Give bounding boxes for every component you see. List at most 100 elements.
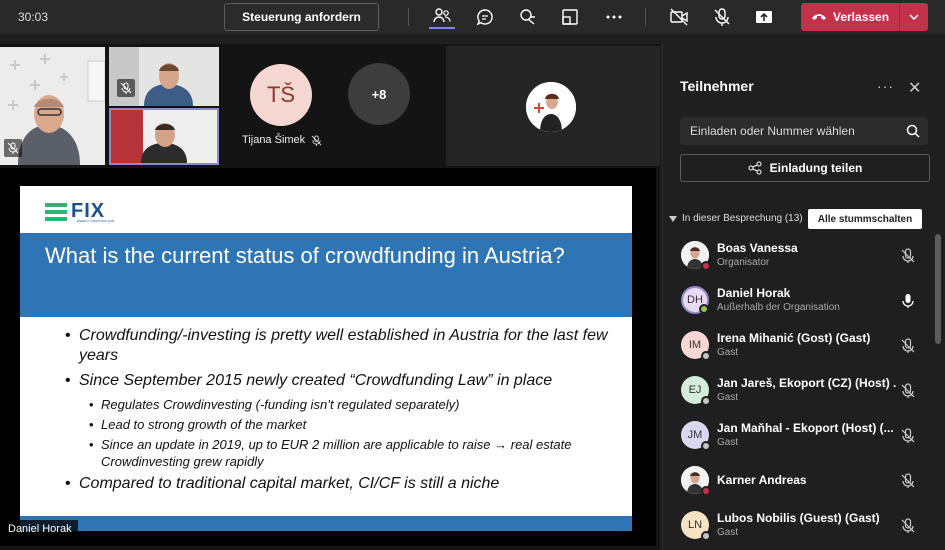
bullet-item: Since September 2015 newly created “Crow…: [65, 371, 625, 391]
participant-row[interactable]: Karner Andreas: [663, 459, 933, 504]
video-tile-active-speaker[interactable]: [109, 108, 219, 165]
search-icon: [906, 124, 920, 138]
request-control-button[interactable]: Steuerung anfordern: [224, 3, 379, 31]
toolbar-divider: [408, 8, 409, 26]
avatar-initials: JM: [687, 429, 703, 441]
close-icon[interactable]: ✕: [908, 78, 921, 98]
mic-off-icon[interactable]: [900, 518, 916, 534]
panel-more-icon[interactable]: ···: [877, 78, 894, 94]
mic-off-icon[interactable]: [709, 5, 735, 29]
participant-name: Jan Maňhal - Ekoport (Host) (...: [717, 421, 894, 435]
participant-name: Daniel Horak: [717, 286, 791, 300]
leave-options-chevron-icon[interactable]: [900, 14, 928, 20]
presence-status-icon: [701, 351, 711, 361]
presenter-name-label: Daniel Horak: [2, 520, 78, 538]
mic-off-icon[interactable]: [900, 338, 916, 354]
mic-off-icon[interactable]: [900, 383, 916, 399]
more-participants-button[interactable]: +8: [348, 63, 410, 125]
mute-all-button[interactable]: Alle stummschalten: [808, 209, 922, 229]
slide-title: What is the current status of crowdfundi…: [45, 243, 565, 268]
participant-role: Gast: [717, 347, 739, 358]
participant-name: Jan Jareš, Ekoport (CZ) (Host) ...: [717, 376, 897, 390]
mic-off-icon[interactable]: [900, 473, 916, 489]
bullet-item: Compared to traditional capital market, …: [65, 474, 625, 494]
slide-footer-band: [20, 516, 632, 531]
bullet-item: Crowdfunding/-investing is pretty well e…: [65, 326, 625, 366]
presentation-slide: FIX ENERGY FINANCING HUB What is the cur…: [20, 186, 632, 531]
slide-bullets: Crowdfunding/-investing is pretty well e…: [65, 326, 625, 499]
mic-on-icon[interactable]: [900, 293, 916, 309]
share-invite-label: Einladung teilen: [769, 161, 863, 175]
meeting-timer: 30:03: [18, 10, 49, 24]
avatar: JM: [681, 421, 711, 451]
participant-row[interactable]: LN Lubos Nobilis (Guest) (Gast) Gast: [663, 504, 933, 549]
mic-off-icon[interactable]: [900, 428, 916, 444]
avatar: [681, 466, 711, 496]
video-tile-participant[interactable]: [0, 47, 105, 165]
chevron-down-icon: [669, 215, 677, 222]
participant-row[interactable]: EJ Jan Jareš, Ekoport (CZ) (Host) ... Gast: [663, 369, 933, 414]
avatar-initials: IM: [688, 339, 702, 351]
participant-role: Gast: [717, 392, 739, 403]
meeting-toolbar: 30:03 Steuerung anfordern Verlassen: [0, 0, 945, 34]
participant-name: Boas Vanessa: [717, 241, 798, 255]
sub-bullet-item: Regulates Crowdinvesting (-funding isn’t…: [65, 396, 625, 413]
presence-status-icon: [701, 261, 711, 271]
participant-name: Lubos Nobilis (Guest) (Gast): [717, 511, 880, 525]
participant-name: Tijana Šimek: [242, 134, 306, 146]
participant-row[interactable]: DH Daniel Horak Außerhalb der Organisation: [663, 279, 933, 324]
participant-list: Boas Vanessa Organisator DH Daniel Horak Auß…: [663, 234, 933, 549]
sub-bullet-item: Since an update in 2019, up to EUR 2 mil…: [65, 436, 625, 470]
mic-off-icon[interactable]: [900, 248, 916, 264]
participant-row[interactable]: JM Jan Maňhal - Ekoport (Host) (... Gast: [663, 414, 933, 459]
people-icon[interactable]: [429, 5, 455, 29]
section-label: In dieser Besprechung (13): [682, 213, 803, 224]
more-icon[interactable]: [601, 5, 627, 29]
avatar: [526, 82, 576, 132]
avatar: IM: [681, 331, 711, 361]
sub-bullet-item: Lead to strong growth of the market: [65, 416, 625, 433]
leave-button[interactable]: Verlassen: [801, 3, 928, 31]
invite-search-input[interactable]: Einladen oder Nummer wählen: [680, 117, 928, 145]
share-icon[interactable]: [751, 5, 777, 29]
avatar-initials: EJ: [688, 384, 702, 396]
toolbar-divider: [645, 8, 646, 26]
avatar-initials: LN: [687, 519, 703, 531]
section-toggle[interactable]: In dieser Besprechung (13): [669, 213, 803, 224]
participant-name-label: Tijana Šimek: [242, 134, 322, 146]
video-tile-participant[interactable]: [446, 46, 660, 166]
camera-off-icon[interactable]: [666, 5, 692, 29]
mic-off-icon: [311, 134, 322, 146]
share-invite-button[interactable]: Einladung teilen: [680, 154, 930, 182]
participant-mic-off-icon: [4, 139, 22, 157]
participant-name: Karner Andreas: [717, 473, 807, 487]
participant-row[interactable]: IM Irena Mihanić (Gost) (Gast) Gast: [663, 324, 933, 369]
scrollbar[interactable]: [935, 234, 941, 344]
hangup-icon: [812, 14, 826, 20]
presence-status-icon: [701, 486, 711, 496]
rooms-icon[interactable]: [557, 5, 583, 29]
leave-label: Verlassen: [833, 10, 890, 24]
presence-status-icon: [699, 304, 709, 314]
panel-title: Teilnehmer: [680, 78, 754, 94]
participant-role: Gast: [717, 437, 739, 448]
participant-name: Irena Mihanić (Gost) (Gast): [717, 331, 871, 345]
presence-status-icon: [701, 441, 711, 451]
video-tile-participant[interactable]: [109, 47, 219, 106]
presence-status-icon: [701, 531, 711, 541]
participant-role: Organisator: [717, 257, 770, 268]
participant-mic-off-icon: [117, 79, 135, 97]
participant-row[interactable]: Boas Vanessa Organisator: [663, 234, 933, 279]
avatar: DH: [681, 286, 709, 314]
participant-role: Außerhalb der Organisation: [717, 302, 840, 313]
avatar: LN: [681, 511, 711, 541]
invite-placeholder: Einladen oder Nummer wählen: [690, 124, 855, 138]
avatar: [681, 241, 711, 271]
participant-role: Gast: [717, 527, 739, 538]
logo-subtitle: ENERGY FINANCING HUB: [77, 219, 115, 223]
presence-status-icon: [701, 396, 711, 406]
avatar[interactable]: TŠ: [250, 64, 312, 126]
reactions-icon[interactable]: [515, 5, 541, 29]
chat-icon[interactable]: [472, 5, 498, 29]
participants-panel: Teilnehmer ··· ✕ Einladen oder Nummer wä…: [662, 44, 945, 550]
